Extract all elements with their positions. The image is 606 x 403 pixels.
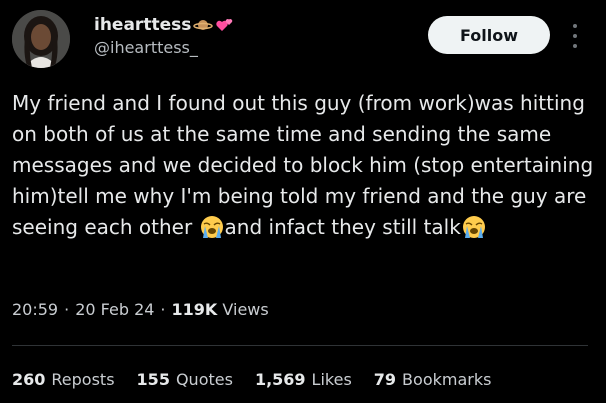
views-count: 119K: [171, 300, 218, 319]
engagement-stats: 260 Reposts 155 Quotes 1,569 Likes 79 Bookma…: [12, 370, 491, 389]
tweet-text-part2: and infact they still talk: [224, 215, 461, 239]
user-handle[interactable]: @iheartt​ess_: [94, 38, 235, 57]
bookmarks-count: 79: [373, 370, 397, 389]
reposts-label: Reposts: [51, 370, 115, 389]
loudly-crying-face-icon: [462, 216, 485, 238]
display-name[interactable]: iheartt​ess: [94, 15, 191, 35]
tweet-text: My friend and I found out this guy (from…: [12, 88, 596, 243]
divider: [12, 345, 588, 346]
reposts-stat[interactable]: 260 Reposts: [12, 370, 115, 389]
likes-stat[interactable]: 1,569 Likes: [255, 370, 352, 389]
avatar-image: [12, 10, 70, 68]
views-label: Views: [222, 300, 269, 319]
bookmarks-label: Bookmarks: [402, 370, 492, 389]
follow-button[interactable]: Follow: [428, 16, 550, 54]
quotes-stat[interactable]: 155 Quotes: [137, 370, 233, 389]
tweet-meta: 20:59 · 20 Feb 24 · 119K Views: [12, 300, 269, 319]
more-options-icon[interactable]: [570, 24, 580, 48]
bookmarks-stat[interactable]: 79 Bookmarks: [374, 370, 492, 389]
more-dot: [573, 34, 577, 38]
meta-separator: ·: [64, 300, 70, 319]
reposts-count: 260: [12, 370, 46, 389]
tweet-date[interactable]: 20 Feb 24: [75, 300, 154, 319]
meta-separator: ·: [160, 300, 166, 319]
loudly-crying-face-icon: [200, 216, 223, 238]
tweet-time[interactable]: 20:59: [12, 300, 58, 319]
more-dot: [573, 44, 577, 48]
user-info: iheartt​ess @iheartt​ess_: [94, 15, 235, 57]
display-name-row[interactable]: iheartt​ess: [94, 15, 235, 35]
quotes-label: Quotes: [175, 370, 233, 389]
planet-icon: [193, 20, 214, 30]
likes-count: 1,569: [254, 370, 306, 389]
quotes-count: 155: [136, 370, 170, 389]
likes-label: Likes: [311, 370, 352, 389]
hearts-icon: [216, 19, 233, 31]
more-dot: [573, 24, 577, 28]
avatar[interactable]: [12, 10, 70, 68]
